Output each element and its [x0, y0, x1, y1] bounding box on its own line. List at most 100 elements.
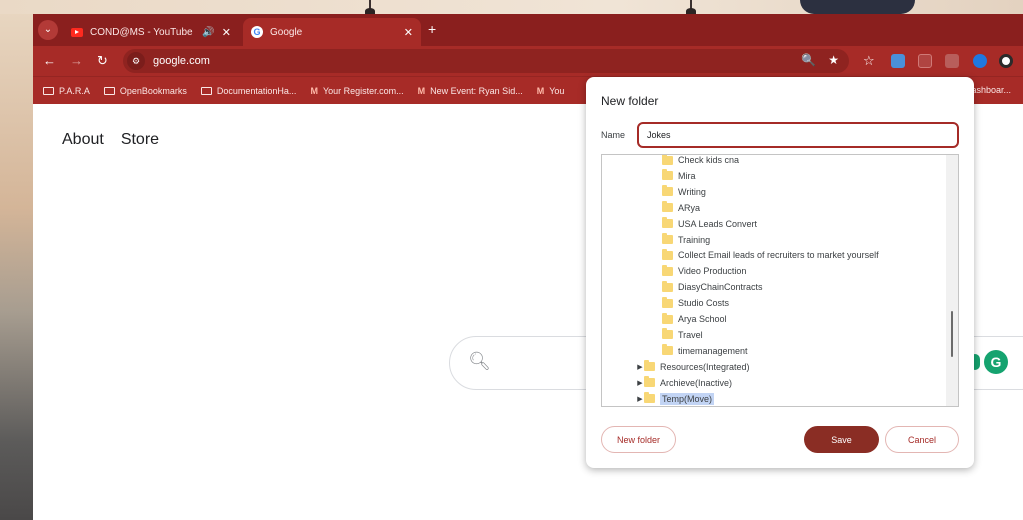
screenshot-extension-icon[interactable]: [918, 54, 932, 68]
folder-icon: [662, 217, 673, 229]
store-link[interactable]: Store: [121, 131, 159, 149]
new-tab-button[interactable]: +: [428, 21, 436, 37]
bookmark-item[interactable]: OpenBookmarks: [103, 85, 187, 96]
cancel-button[interactable]: Cancel: [885, 426, 959, 453]
bookmark-item[interactable]: M New Event: Ryan Sid...: [418, 86, 523, 96]
folder-tree-label: Archieve(Inactive): [660, 377, 733, 388]
bookmark-label: New Event: Ryan Sid...: [430, 85, 523, 96]
folder-tree-row[interactable]: Writing: [602, 184, 946, 200]
folder-tree-label: USA Leads Convert: [678, 218, 758, 229]
google-top-nav: About Store: [62, 131, 159, 149]
close-tab-icon[interactable]: ✕: [222, 26, 231, 39]
bookmark-item[interactable]: DocumentationHa...: [200, 85, 297, 96]
bookmark-star-icon[interactable]: ★: [828, 53, 839, 67]
folder-icon: [662, 344, 673, 356]
grammarly-icon[interactable]: G: [984, 350, 1008, 374]
folder-icon: [662, 248, 673, 260]
close-tab-icon[interactable]: ✕: [404, 26, 413, 39]
new-folder-button[interactable]: New folder: [601, 426, 676, 453]
tab-title: Google: [270, 26, 303, 38]
back-icon[interactable]: ←: [43, 53, 56, 68]
folder-tree-row[interactable]: Collect Email leads of recruiters to mar…: [602, 247, 946, 263]
wallpaper-figure: [800, 0, 915, 14]
folder-icon: [662, 169, 673, 181]
reading-list-icon[interactable]: ☆: [863, 53, 875, 69]
about-link[interactable]: About: [62, 131, 104, 149]
folder-tree-row[interactable]: Check kids cna: [602, 155, 946, 168]
folder-tree-row[interactable]: Travel: [602, 327, 946, 343]
camera-extension-icon[interactable]: [945, 54, 959, 68]
gmail-icon: M: [310, 85, 318, 96]
bookmark-label: DocumentationHa...: [216, 85, 297, 96]
folder-tree-label: Arya School: [678, 314, 727, 324]
folder-icon: [662, 280, 673, 292]
folder-name-input[interactable]: [637, 122, 959, 148]
bookmark-item[interactable]: M You: [537, 86, 565, 96]
folder-tree-row[interactable]: ▶ Resources(Integrated): [602, 359, 946, 375]
desktop-wallpaper-top: [0, 0, 1023, 14]
folder-icon: [662, 185, 673, 197]
zoom-icon[interactable]: 🔍: [801, 53, 816, 67]
bookmark-item[interactable]: M Your Register.com...: [310, 86, 403, 96]
audio-playing-icon[interactable]: 🔊: [202, 27, 214, 38]
folder-tree[interactable]: Check kids cna Mira Writing ARya USA Leads C…: [601, 154, 959, 407]
vpn-extension-icon[interactable]: [973, 54, 987, 68]
expand-arrow-icon[interactable]: ▶: [636, 363, 644, 371]
folder-tree-label: Training: [678, 234, 711, 245]
folder-tree-row[interactable]: ▶ Temp(Move): [602, 391, 946, 407]
search-icon: 🔍︎: [468, 351, 491, 371]
folder-tree-row[interactable]: Mira: [602, 168, 946, 184]
scrollbar-thumb[interactable]: [951, 311, 953, 357]
folder-tree-label: Mira: [678, 170, 696, 181]
gmail-icon: M: [536, 85, 545, 96]
lamp-shape: [686, 0, 696, 14]
reload-icon[interactable]: ↻: [97, 53, 108, 69]
folder-tree-row[interactable]: Video Production: [602, 263, 946, 279]
browser-toolbar: ← → ↻ ⚙ google.com 🔍 ★ ☆: [33, 46, 1023, 76]
folder-tree-label: Check kids cna: [678, 155, 740, 165]
dialog-title: New folder: [601, 94, 659, 108]
tab-google[interactable]: G Google ✕: [243, 18, 421, 46]
folder-tree-row[interactable]: Arya School: [602, 311, 946, 327]
folder-icon: [644, 376, 655, 388]
folder-tree-row[interactable]: DiasyChainContracts: [602, 279, 946, 295]
scrollbar-track[interactable]: [946, 155, 958, 406]
folder-icon: [662, 312, 673, 324]
folder-tree-row[interactable]: ▶ Archieve(Inactive): [602, 375, 946, 391]
bookmark-item[interactable]: P.A.R.A: [43, 86, 90, 96]
gmail-icon: M: [417, 85, 426, 96]
bookmark-item-dashboard[interactable]: ashboar...: [971, 85, 1011, 95]
folder-icon: [103, 86, 115, 95]
address-bar[interactable]: ⚙ google.com 🔍 ★: [123, 49, 849, 73]
folder-tree-label: ARya: [678, 202, 701, 213]
folder-tree-row[interactable]: USA Leads Convert: [602, 216, 946, 232]
extension-icon[interactable]: [891, 54, 905, 68]
profile-avatar-icon[interactable]: [999, 54, 1013, 68]
tab-youtube[interactable]: COND@MS - YouTube 🔊 ✕: [63, 18, 239, 46]
desktop-wallpaper-left: [0, 0, 33, 520]
folder-tree-row[interactable]: Studio Costs: [602, 295, 946, 311]
folder-tree-row[interactable]: timemanagement: [602, 343, 946, 359]
name-label: Name: [601, 130, 626, 140]
folder-tree-label: Travel: [678, 329, 703, 340]
tab-title: COND@MS - YouTube: [90, 26, 193, 38]
folder-tree-label: Collect Email leads of recruiters to mar…: [678, 250, 879, 261]
save-button[interactable]: Save: [804, 426, 879, 453]
tab-search-button[interactable]: ⌄: [38, 20, 58, 40]
folder-icon: [662, 233, 673, 244]
folder-tree-label: Video Production: [678, 266, 747, 277]
url-text[interactable]: google.com: [153, 55, 210, 67]
google-icon: G: [251, 26, 263, 38]
folder-tree-row[interactable]: Training: [602, 232, 946, 248]
folder-tree-row[interactable]: ARya: [602, 200, 946, 216]
bookmark-label: OpenBookmarks: [119, 85, 187, 96]
folder-icon: [644, 360, 655, 372]
folder-tree-label: timemanagement: [678, 345, 748, 356]
expand-arrow-icon[interactable]: ▶: [636, 379, 644, 387]
folder-tree-label: Temp(Move): [660, 392, 715, 405]
folder-tree-label: Resources(Integrated): [660, 361, 750, 372]
folder-icon: [662, 264, 673, 276]
forward-icon[interactable]: →: [70, 53, 83, 68]
expand-arrow-icon[interactable]: ▶: [636, 395, 644, 403]
site-info-icon[interactable]: ⚙: [127, 52, 145, 70]
